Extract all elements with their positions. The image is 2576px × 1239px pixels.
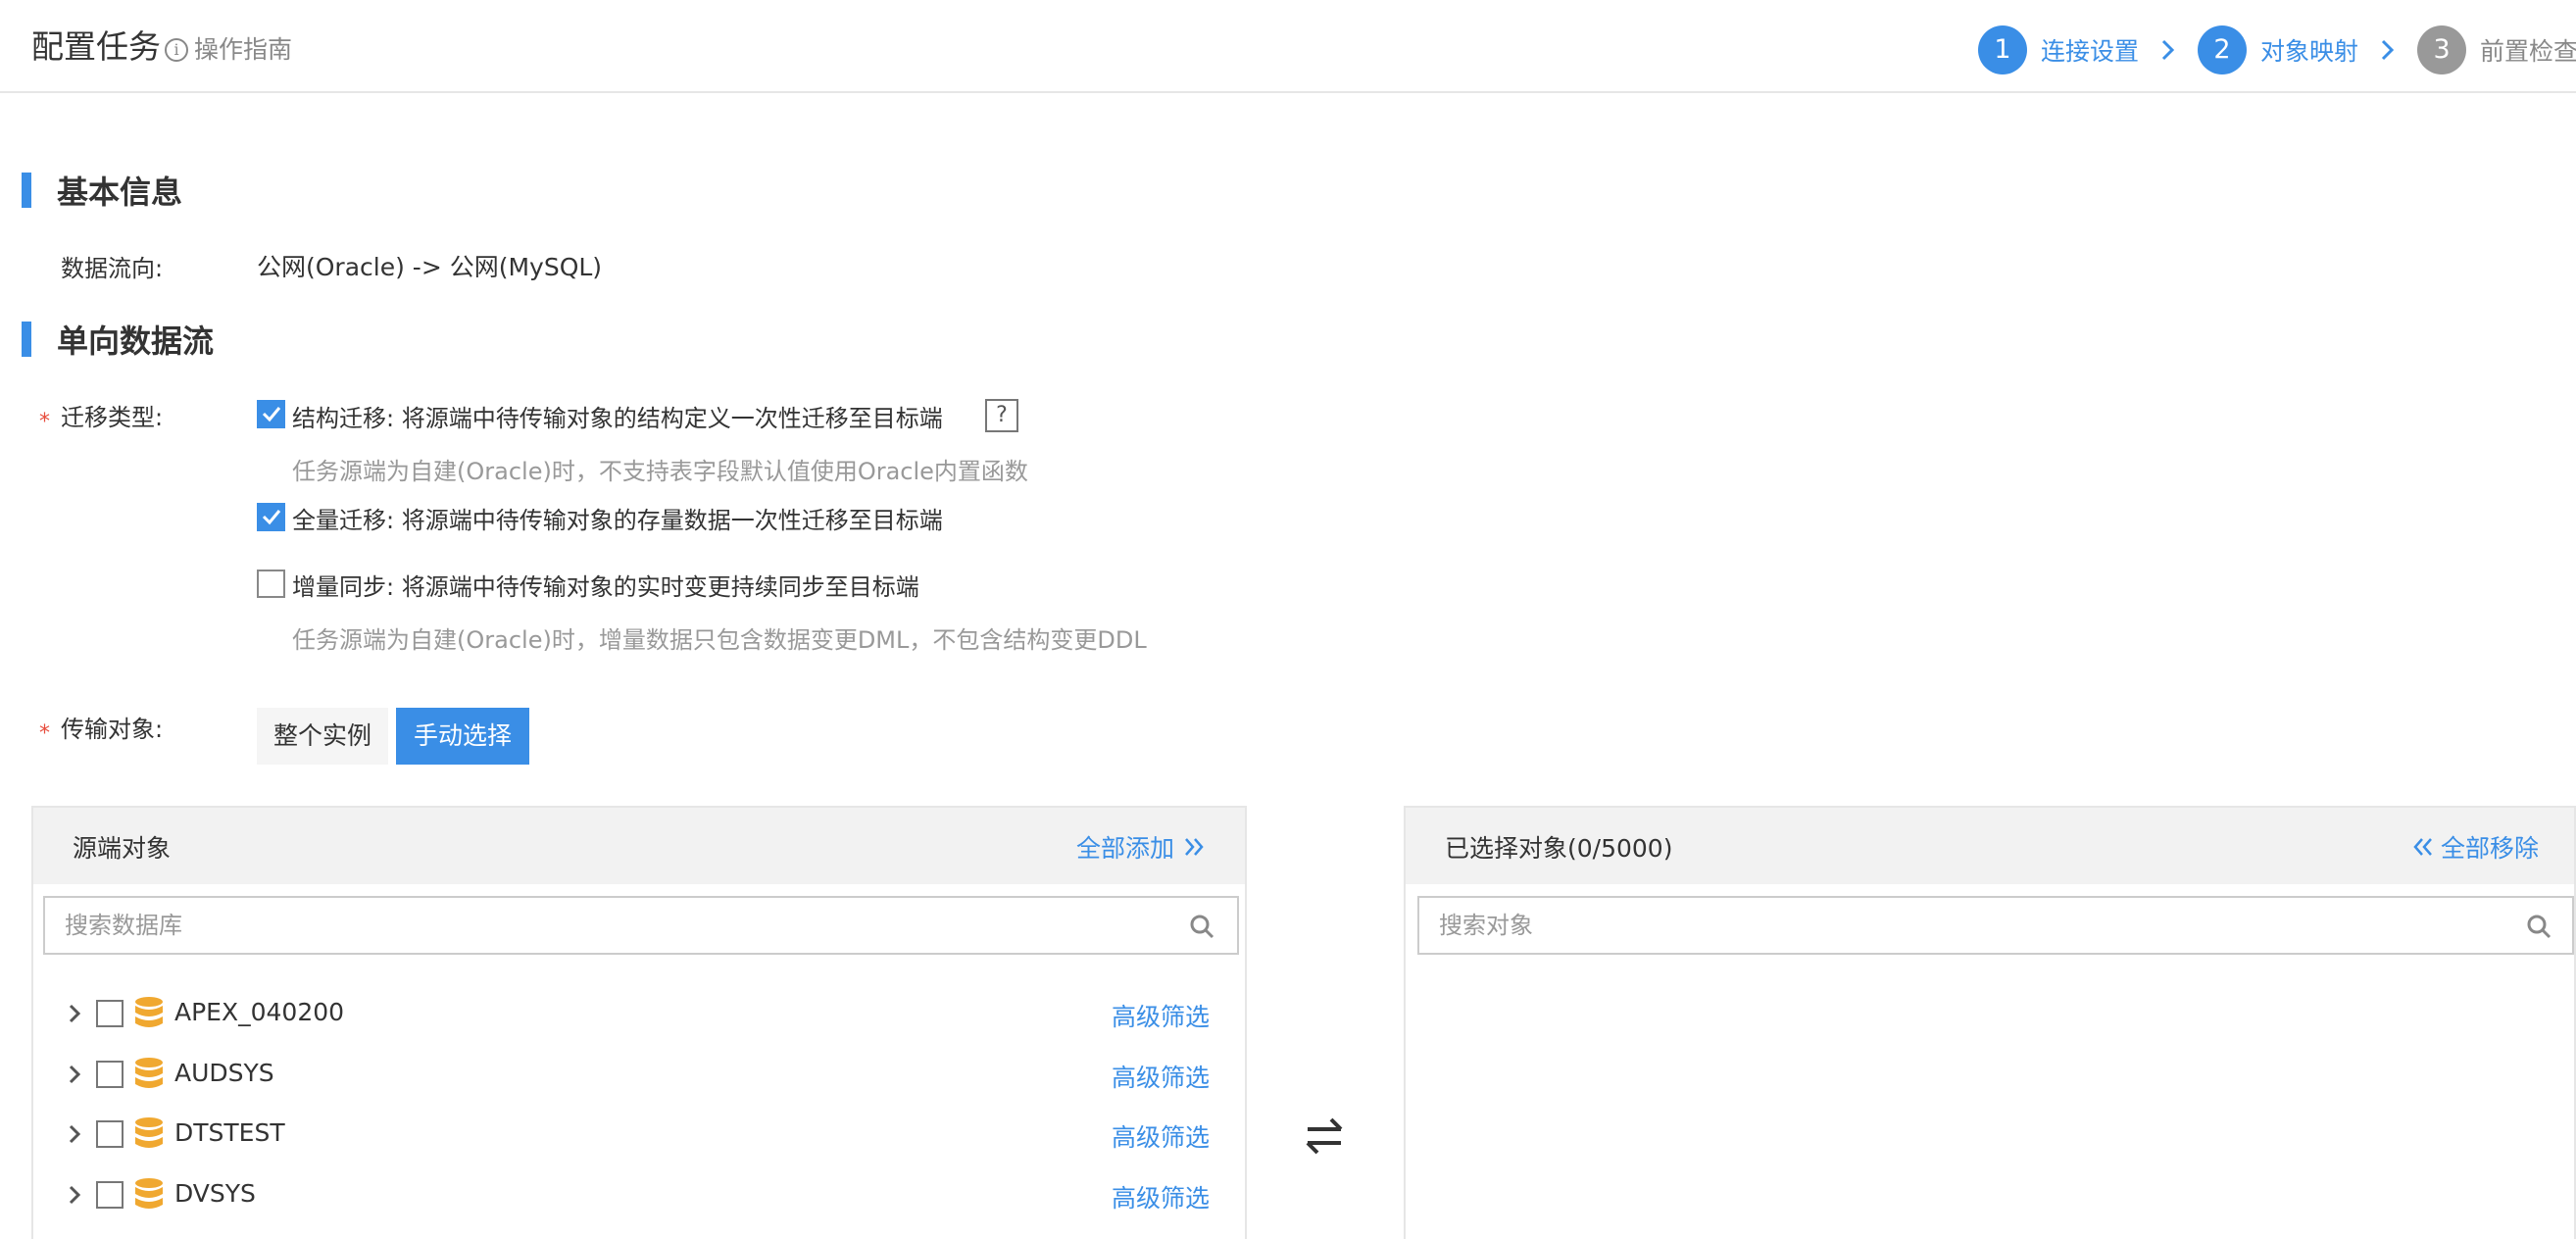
migration-type-label: 迁移类型: [61, 404, 164, 431]
chevron-right-icon[interactable] [63, 1122, 86, 1146]
selected-search-input[interactable] [1439, 908, 2507, 943]
structure-migration-hint: 任务源端为自建(Oracle)时，不支持表字段默认值使用Oracle内置函数 [292, 458, 1028, 485]
row-checkbox[interactable] [96, 1061, 124, 1088]
step-precheck[interactable]: 3 前置检查 [2417, 25, 2576, 74]
transfer-objects-label: 传输对象: [61, 716, 164, 743]
required-marker: * [39, 721, 50, 746]
manual-select-button[interactable]: 手动选择 [396, 708, 529, 765]
tree-row[interactable]: DTSTEST 高级筛选 [33, 1115, 1239, 1154]
advanced-filter-link[interactable]: 高级筛选 [1112, 998, 1210, 1033]
database-name: AUDSYS [174, 1059, 274, 1087]
operation-guide-link[interactable]: i 操作指南 [165, 33, 292, 67]
header-bar: 配置任务 i 操作指南 1 连接设置 2 对象映射 3 前置检查 [0, 0, 2576, 93]
whole-instance-button[interactable]: 整个实例 [257, 708, 388, 765]
row-checkbox[interactable] [96, 1120, 124, 1148]
database-icon [135, 1117, 163, 1148]
step-label: 前置检查 [2480, 37, 2576, 66]
tree-row[interactable]: DVSYS 高级筛选 [33, 1175, 1239, 1214]
section-basic-info: 基本信息 [22, 173, 182, 211]
info-icon: i [165, 38, 188, 62]
data-flow-value: 公网(Oracle) -> 公网(MySQL) [257, 253, 603, 281]
search-icon[interactable] [2525, 913, 2552, 940]
source-panel-header: 源端对象 全部添加 [33, 808, 1245, 884]
remove-all-button[interactable]: 全部移除 [2409, 829, 2539, 865]
incremental-sync-hint: 任务源端为自建(Oracle)时，增量数据只包含数据变更DML，不包含结构变更D… [292, 626, 1147, 654]
chevron-right-icon [2139, 25, 2198, 74]
row-checkbox[interactable] [96, 1000, 124, 1027]
chevron-right-icon[interactable] [63, 1063, 86, 1086]
step-number: 3 [2417, 25, 2467, 74]
page-title: 配置任务 [31, 27, 161, 66]
help-icon[interactable]: ? [985, 399, 1018, 432]
search-icon[interactable] [1188, 913, 1215, 940]
data-flow-label: 数据流向: [61, 255, 164, 282]
add-all-button[interactable]: 全部添加 [1076, 829, 1208, 865]
step-number: 2 [2198, 25, 2248, 74]
section-unidirectional: 单向数据流 [22, 322, 214, 360]
double-chevron-left-icon [2413, 838, 2432, 856]
required-marker: * [39, 410, 50, 434]
source-panel-title: 源端对象 [73, 834, 172, 863]
step-label: 连接设置 [2041, 37, 2140, 66]
advanced-filter-link[interactable]: 高级筛选 [1112, 1059, 1210, 1094]
chevron-right-icon[interactable] [63, 1183, 86, 1207]
double-chevron-right-icon [1185, 838, 1204, 856]
step-object-mapping[interactable]: 2 对象映射 [2198, 25, 2358, 74]
database-name: APEX_040200 [174, 998, 345, 1026]
section-accent-bar [22, 322, 31, 357]
chevron-right-icon[interactable] [63, 1002, 86, 1025]
full-migration-checkbox[interactable] [257, 503, 285, 531]
selected-panel-title: 已选择对象(0/5000) [1445, 834, 1673, 863]
database-name: DVSYS [174, 1179, 256, 1208]
selected-search-box[interactable] [1417, 896, 2574, 955]
database-icon [135, 1178, 163, 1209]
step-indicator: 1 连接设置 2 对象映射 3 前置检查 [1978, 25, 2576, 74]
remove-all-label: 全部移除 [2440, 834, 2539, 863]
structure-migration-checkbox[interactable] [257, 400, 285, 428]
source-search-box[interactable] [43, 896, 1239, 955]
chevron-right-icon [2358, 25, 2417, 74]
row-checkbox[interactable] [96, 1181, 124, 1209]
incremental-sync-label: 增量同步: 将源端中待传输对象的实时变更持续同步至目标端 [292, 573, 919, 601]
full-migration-label: 全量迁移: 将源端中待传输对象的存量数据一次性迁移至目标端 [292, 507, 943, 534]
section-title: 基本信息 [57, 173, 183, 211]
tree-row[interactable]: APEX_040200 高级筛选 [33, 994, 1239, 1033]
incremental-sync-checkbox[interactable] [257, 570, 285, 598]
step-label: 对象映射 [2260, 37, 2359, 66]
section-accent-bar [22, 173, 31, 208]
add-all-label: 全部添加 [1075, 834, 1174, 863]
structure-migration-label: 结构迁移: 将源端中待传输对象的结构定义一次性迁移至目标端 [292, 405, 943, 432]
advanced-filter-link[interactable]: 高级筛选 [1112, 1118, 1210, 1154]
step-connection-settings[interactable]: 1 连接设置 [1978, 25, 2139, 74]
source-objects-panel: 源端对象 全部添加 APEX_040200 高级筛选 AUDSYS 高级筛选 D… [31, 806, 1247, 1239]
selected-objects-panel: 已选择对象(0/5000) 全部移除 [1404, 806, 2576, 1239]
transfer-swap-icon[interactable] [1302, 1114, 1347, 1159]
section-title: 单向数据流 [57, 322, 215, 360]
database-name: DTSTEST [174, 1118, 285, 1147]
advanced-filter-link[interactable]: 高级筛选 [1112, 1179, 1210, 1214]
database-icon [135, 1058, 163, 1088]
operation-guide-label: 操作指南 [194, 35, 293, 64]
tree-row[interactable]: AUDSYS 高级筛选 [33, 1055, 1239, 1094]
source-search-input[interactable] [65, 908, 1172, 943]
step-number: 1 [1978, 25, 2027, 74]
database-icon [135, 997, 163, 1027]
selected-panel-header: 已选择对象(0/5000) 全部移除 [1406, 808, 2574, 884]
